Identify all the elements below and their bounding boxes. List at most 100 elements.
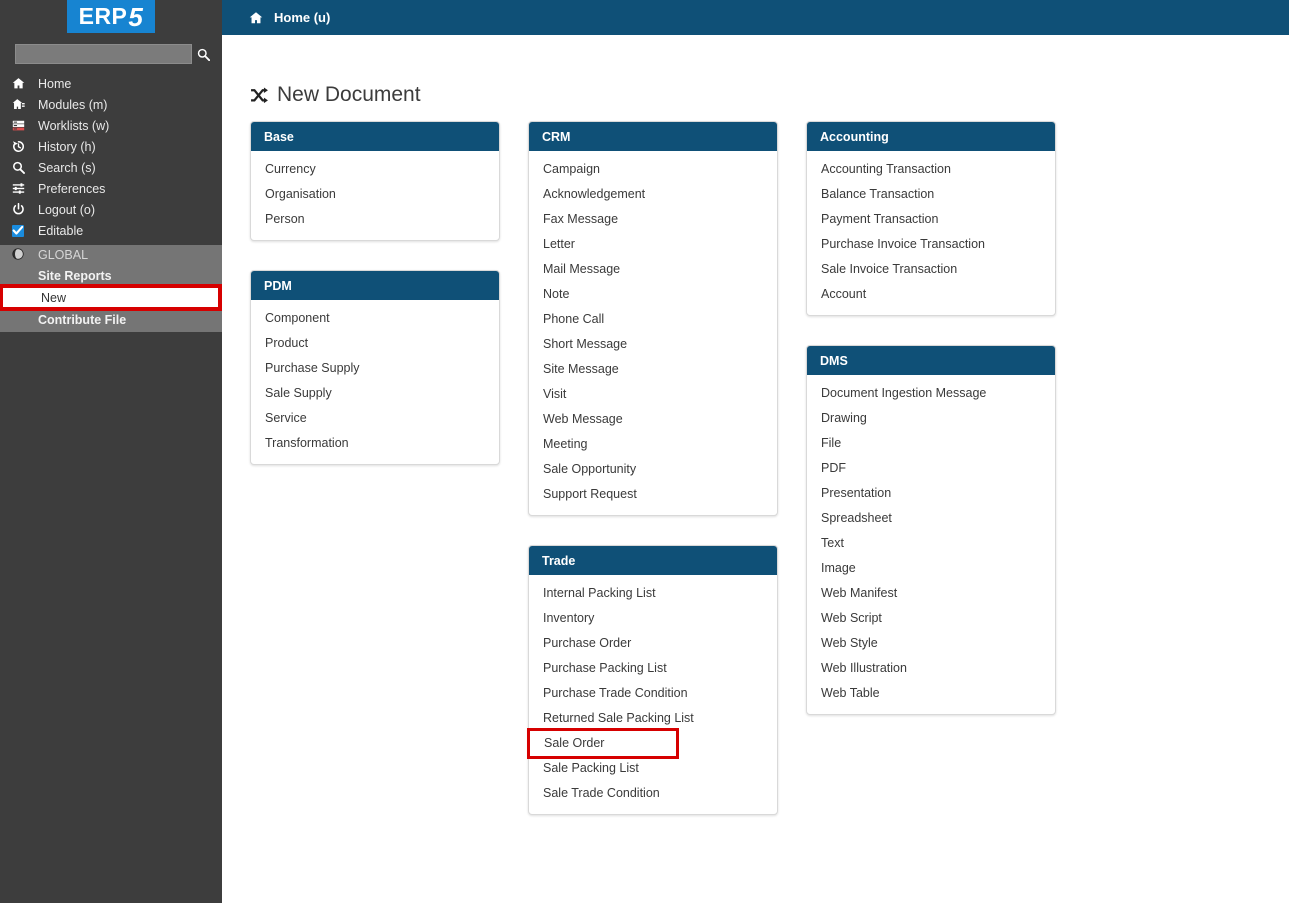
new-document-link-organisation[interactable]: Organisation [251, 182, 499, 207]
sidebar-item-logout-o[interactable]: Logout (o) [0, 199, 222, 220]
checkbox-checked-icon[interactable] [12, 224, 24, 237]
sidebar-search-row [0, 41, 222, 67]
new-document-link-spreadsheet[interactable]: Spreadsheet [807, 506, 1055, 531]
new-document-link-currency[interactable]: Currency [251, 157, 499, 182]
new-document-link-balance-transaction[interactable]: Balance Transaction [807, 182, 1055, 207]
new-document-link-web-table[interactable]: Web Table [807, 681, 1055, 706]
sidebar-item-history-h[interactable]: History (h) [0, 136, 222, 157]
panel-column-1: Base Currency Organisation Person PDM Compone… [250, 121, 528, 494]
sidebar-item-label: Home [38, 76, 72, 91]
new-document-link-purchase-packing-list[interactable]: Purchase Packing List [529, 656, 777, 681]
new-document-link-payment-transaction[interactable]: Payment Transaction [807, 207, 1055, 232]
sidebar-global-header: GLOBAL [0, 245, 222, 265]
new-document-link-web-message[interactable]: Web Message [529, 407, 777, 432]
new-document-link-fax-message[interactable]: Fax Message [529, 207, 777, 232]
new-document-link-sale-order[interactable]: Sale Order [527, 728, 679, 759]
new-document-link-person[interactable]: Person [251, 207, 499, 232]
new-document-link-text[interactable]: Text [807, 531, 1055, 556]
panel-body: Component Product Purchase Supply Sale Supp… [251, 300, 499, 464]
sidebar-item-worklists-w[interactable]: Worklists (w) [0, 115, 222, 136]
new-document-link-letter[interactable]: Letter [529, 232, 777, 257]
sidebar-item-label: Worklists (w) [38, 118, 110, 133]
logo-text: ERP [78, 3, 128, 29]
panel-base: Base Currency Organisation Person [250, 121, 500, 241]
new-document-link-presentation[interactable]: Presentation [807, 481, 1055, 506]
new-document-link-sale-invoice-transaction[interactable]: Sale Invoice Transaction [807, 257, 1055, 282]
panel-body: Campaign Acknowledgement Fax Message Letter… [529, 151, 777, 515]
sidebar-nav: Home Modules (m) Worklists (w) History (h) S… [0, 73, 222, 241]
sidebar-item-modules-m[interactable]: Modules (m) [0, 94, 222, 115]
panel-header: CRM [529, 122, 777, 151]
erp5-application: ERP 5 Home Modules (m) Worklists (w) History… [0, 0, 1289, 903]
new-document-link-sale-opportunity[interactable]: Sale Opportunity [529, 457, 777, 482]
new-document-link-purchase-trade-condition[interactable]: Purchase Trade Condition [529, 681, 777, 706]
panel-body: Internal Packing List Inventory Purchase O… [527, 575, 777, 814]
sidebar-item-editable[interactable]: Editable [0, 220, 222, 241]
new-document-link-document-ingestion-message[interactable]: Document Ingestion Message [807, 381, 1055, 406]
checkbox-checked-icon [12, 224, 38, 237]
panel-header: Accounting [807, 122, 1055, 151]
new-document-link-account[interactable]: Account [807, 282, 1055, 307]
erp5-logo[interactable]: ERP 5 [67, 0, 155, 33]
panel-pdm: PDM Component Product Purchase Supply Sale S… [250, 270, 500, 465]
new-document-link-web-illustration[interactable]: Web Illustration [807, 656, 1055, 681]
search-input[interactable] [15, 44, 192, 64]
new-document-link-product[interactable]: Product [251, 331, 499, 356]
new-document-link-mail-message[interactable]: Mail Message [529, 257, 777, 282]
new-document-link-web-script[interactable]: Web Script [807, 606, 1055, 631]
main-content: New Document Base Currency Organisation Per… [222, 35, 1289, 903]
search-icon [12, 161, 38, 174]
sidebar-item-label: Editable [38, 223, 84, 238]
logo-accent: 5 [128, 1, 144, 32]
sidebar-global-item-site-reports[interactable]: Site Reports [0, 265, 222, 286]
new-document-link-support-request[interactable]: Support Request [529, 482, 777, 507]
panel-header: Trade [529, 546, 777, 575]
new-document-link-accounting-transaction[interactable]: Accounting Transaction [807, 157, 1055, 182]
power-icon [12, 203, 38, 216]
new-document-link-phone-call[interactable]: Phone Call [529, 307, 777, 332]
new-document-link-short-message[interactable]: Short Message [529, 332, 777, 357]
new-document-link-returned-sale-packing-list[interactable]: Returned Sale Packing List [529, 706, 777, 731]
new-document-link-purchase-order[interactable]: Purchase Order [529, 631, 777, 656]
new-document-link-sale-trade-condition[interactable]: Sale Trade Condition [529, 781, 777, 806]
shuffle-icon [251, 86, 268, 103]
page-title: New Document [250, 83, 1289, 107]
new-document-link-component[interactable]: Component [251, 306, 499, 331]
new-document-link-file[interactable]: File [807, 431, 1055, 456]
new-document-link-site-message[interactable]: Site Message [529, 357, 777, 382]
search-submit-button[interactable] [192, 44, 214, 64]
new-document-link-pdf[interactable]: PDF [807, 456, 1055, 481]
sidebar-item-preferences[interactable]: Preferences [0, 178, 222, 199]
sidebar-item-label: Logout (o) [38, 202, 95, 217]
new-document-link-inventory[interactable]: Inventory [529, 606, 777, 631]
new-document-link-campaign[interactable]: Campaign [529, 157, 777, 182]
new-document-link-transformation[interactable]: Transformation [251, 431, 499, 456]
new-document-link-meeting[interactable]: Meeting [529, 432, 777, 457]
new-document-link-web-manifest[interactable]: Web Manifest [807, 581, 1055, 606]
sidebar-item-search-s[interactable]: Search (s) [0, 157, 222, 178]
panel-trade: Trade Internal Packing List Inventory Purch… [527, 545, 778, 815]
new-document-link-service[interactable]: Service [251, 406, 499, 431]
sidebar-global-items: Site Reports New Contribute File [0, 265, 222, 330]
breadcrumb[interactable]: Home (u) [274, 10, 330, 25]
new-document-link-note[interactable]: Note [529, 282, 777, 307]
new-document-link-image[interactable]: Image [807, 556, 1055, 581]
sidebar-item-label: Preferences [38, 181, 106, 196]
new-document-link-web-style[interactable]: Web Style [807, 631, 1055, 656]
new-document-link-visit[interactable]: Visit [529, 382, 777, 407]
new-document-link-acknowledgement[interactable]: Acknowledgement [529, 182, 777, 207]
sidebar-global-item-new[interactable]: New [0, 284, 222, 311]
sidebar-item-home[interactable]: Home [0, 73, 222, 94]
new-document-link-internal-packing-list[interactable]: Internal Packing List [529, 581, 777, 606]
new-document-link-purchase-supply[interactable]: Purchase Supply [251, 356, 499, 381]
worklists-icon [12, 119, 38, 132]
new-document-link-purchase-invoice-transaction[interactable]: Purchase Invoice Transaction [807, 232, 1055, 257]
new-document-link-sale-supply[interactable]: Sale Supply [251, 381, 499, 406]
panel-header: DMS [807, 346, 1055, 375]
sidebar-global-item-contribute-file[interactable]: Contribute File [0, 309, 222, 330]
new-document-link-drawing[interactable]: Drawing [807, 406, 1055, 431]
logo-wrap: ERP 5 [0, 0, 222, 36]
sliders-icon [12, 182, 38, 195]
modules-icon [12, 98, 38, 111]
new-document-link-sale-packing-list[interactable]: Sale Packing List [529, 756, 777, 781]
